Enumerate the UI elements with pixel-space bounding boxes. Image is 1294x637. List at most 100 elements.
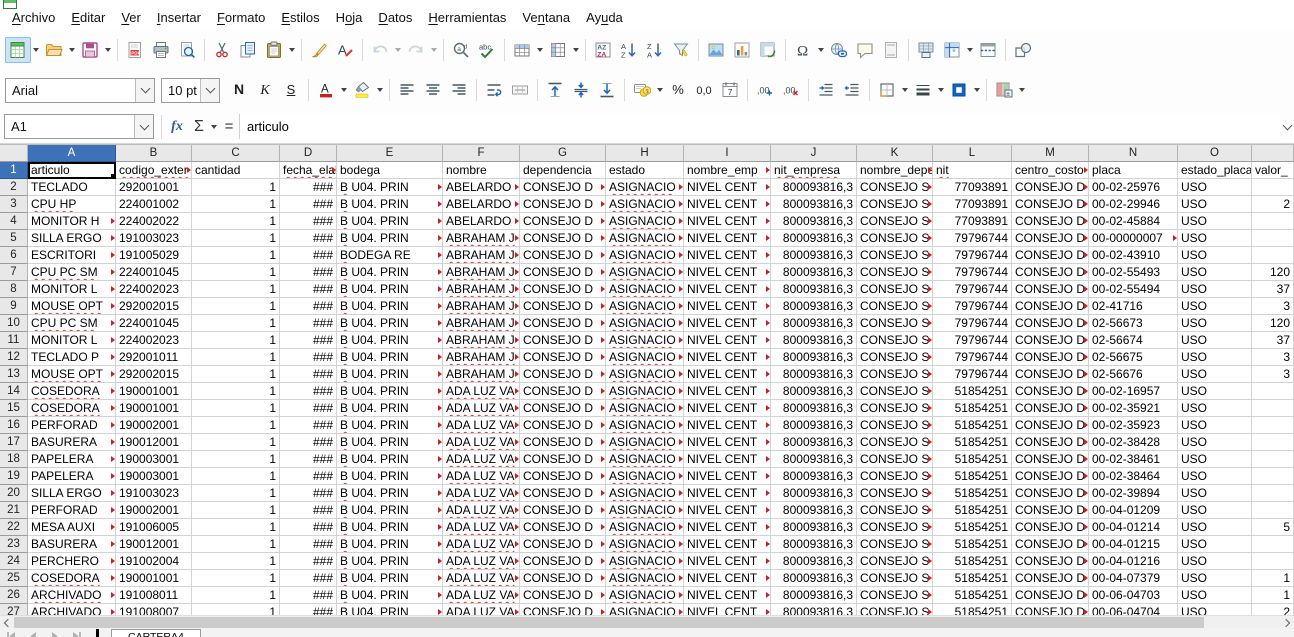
cell-D19[interactable]: ###	[280, 468, 337, 485]
cell-F6[interactable]: ABRAHAM J	[443, 247, 520, 264]
cell-E14[interactable]: B U04. PRIN	[337, 383, 443, 400]
cell-B18[interactable]: 190003001	[116, 451, 192, 468]
cell-B8[interactable]: 224002023	[116, 281, 192, 298]
cell-D24[interactable]: ###	[280, 553, 337, 570]
align-top-button[interactable]	[542, 77, 568, 103]
cell-O15[interactable]: USO	[1178, 400, 1252, 417]
cell-H26[interactable]: ASIGNACIO	[606, 587, 684, 604]
cell-C5[interactable]: 1	[192, 230, 280, 247]
cell-H16[interactable]: ASIGNACIO	[606, 417, 684, 434]
cell-D8[interactable]: ###	[280, 281, 337, 298]
cell-P17[interactable]	[1252, 434, 1294, 451]
redo-button[interactable]	[403, 37, 429, 63]
cell-E20[interactable]: B U04. PRIN	[337, 485, 443, 502]
cell-G10[interactable]: CONSEJO D	[520, 315, 606, 332]
cell-K20[interactable]: CONSEJO S	[857, 485, 933, 502]
cell-B14[interactable]: 190001001	[116, 383, 192, 400]
cell-O22[interactable]: USO	[1178, 519, 1252, 536]
cell-F8[interactable]: ABRAHAM J	[443, 281, 520, 298]
cell-C26[interactable]: 1	[192, 587, 280, 604]
print-button[interactable]	[148, 37, 174, 63]
cell-K14[interactable]: CONSEJO S	[857, 383, 933, 400]
cell-I8[interactable]: NIVEL CENT	[684, 281, 771, 298]
cell-I19[interactable]: NIVEL CENT	[684, 468, 771, 485]
cell-M26[interactable]: CONSEJO D	[1012, 587, 1089, 604]
row-header-23[interactable]: 23	[0, 536, 28, 553]
cell-H2[interactable]: ASIGNACIO	[606, 179, 684, 196]
cell-C16[interactable]: 1	[192, 417, 280, 434]
cell-P4[interactable]	[1252, 213, 1294, 230]
cell-I18[interactable]: NIVEL CENT	[684, 451, 771, 468]
cell-G15[interactable]: CONSEJO D	[520, 400, 606, 417]
cell-J18[interactable]: 800093816,3	[771, 451, 857, 468]
cell-L7[interactable]: 79796744	[933, 264, 1012, 281]
row-header-14[interactable]: 14	[0, 383, 28, 400]
cell-O13[interactable]: USO	[1178, 366, 1252, 383]
font-name-value[interactable]: Arial	[6, 79, 135, 102]
cell-A22[interactable]: MESA AUXI	[28, 519, 116, 536]
cell-O6[interactable]: USO	[1178, 247, 1252, 264]
cell-D1[interactable]: fecha_elabor	[280, 162, 337, 179]
cell-G5[interactable]: CONSEJO D	[520, 230, 606, 247]
menu-ver[interactable]: Ver	[113, 6, 149, 30]
column-header-O[interactable]: O	[1178, 145, 1252, 162]
draw-functions-button[interactable]	[1010, 37, 1036, 63]
open-button[interactable]	[41, 37, 67, 63]
cell-G25[interactable]: CONSEJO D	[520, 570, 606, 587]
row-header-2[interactable]: 2	[0, 179, 28, 196]
cell-H19[interactable]: ASIGNACIO	[606, 468, 684, 485]
cell-N8[interactable]: 00-02-55494	[1089, 281, 1178, 298]
cell-H24[interactable]: ASIGNACIO	[606, 553, 684, 570]
wrap-text-button[interactable]	[481, 77, 507, 103]
cell-E24[interactable]: B U04. PRIN	[337, 553, 443, 570]
equals-button[interactable]: =	[219, 115, 239, 139]
cell-E12[interactable]: B U04. PRIN	[337, 349, 443, 366]
cell-H22[interactable]: ASIGNACIO	[606, 519, 684, 536]
cell-I21[interactable]: NIVEL CENT	[684, 502, 771, 519]
borders-button[interactable]	[874, 77, 900, 103]
cell-L26[interactable]: 51854251	[933, 587, 1012, 604]
cell-O9[interactable]: USO	[1178, 298, 1252, 315]
borders-dropdown[interactable]	[900, 77, 910, 103]
cell-N25[interactable]: 00-04-07379	[1089, 570, 1178, 587]
font-color-button[interactable]: A	[313, 77, 339, 103]
cell-A25[interactable]: COSEDORA	[28, 570, 116, 587]
cell-I22[interactable]: NIVEL CENT	[684, 519, 771, 536]
cell-B24[interactable]: 191002004	[116, 553, 192, 570]
cell-O24[interactable]: USO	[1178, 553, 1252, 570]
cell-P7[interactable]: 120	[1252, 264, 1294, 281]
cell-B22[interactable]: 191006005	[116, 519, 192, 536]
cell-E7[interactable]: B U04. PRIN	[337, 264, 443, 281]
cell-G23[interactable]: CONSEJO D	[520, 536, 606, 553]
cell-reference[interactable]: A1	[5, 115, 134, 138]
cell-B1[interactable]: codigo_exter	[116, 162, 192, 179]
hyperlink-button[interactable]	[826, 37, 852, 63]
cell-A20[interactable]: SILLA ERGO	[28, 485, 116, 502]
cell-K23[interactable]: CONSEJO S	[857, 536, 933, 553]
cell-O2[interactable]: USO	[1178, 179, 1252, 196]
cell-L17[interactable]: 51854251	[933, 434, 1012, 451]
insert-row-button[interactable]	[509, 37, 535, 63]
align-bottom-button[interactable]	[594, 77, 620, 103]
cell-C24[interactable]: 1	[192, 553, 280, 570]
column-header-G[interactable]: G	[520, 145, 606, 162]
cell-L10[interactable]: 79796744	[933, 315, 1012, 332]
cell-M19[interactable]: CONSEJO D	[1012, 468, 1089, 485]
cell-C6[interactable]: 1	[192, 247, 280, 264]
insert-comment-button[interactable]	[852, 37, 878, 63]
cell-J3[interactable]: 800093816,3	[771, 196, 857, 213]
cell-L15[interactable]: 51854251	[933, 400, 1012, 417]
row-header-10[interactable]: 10	[0, 315, 28, 332]
insert-column-dropdown[interactable]	[571, 37, 581, 63]
cell-D15[interactable]: ###	[280, 400, 337, 417]
add-decimal-button[interactable]: ,00	[752, 77, 778, 103]
cell-D6[interactable]: ###	[280, 247, 337, 264]
border-style-button[interactable]	[910, 77, 936, 103]
font-name-dropdown[interactable]	[135, 79, 154, 102]
cell-A3[interactable]: CPU HP	[28, 196, 116, 213]
format-currency-dropdown[interactable]	[655, 77, 665, 103]
cell-M14[interactable]: CONSEJO D	[1012, 383, 1089, 400]
cell-H17[interactable]: ASIGNACIO	[606, 434, 684, 451]
format-percent-button[interactable]: %	[665, 77, 691, 103]
cell-D5[interactable]: ###	[280, 230, 337, 247]
